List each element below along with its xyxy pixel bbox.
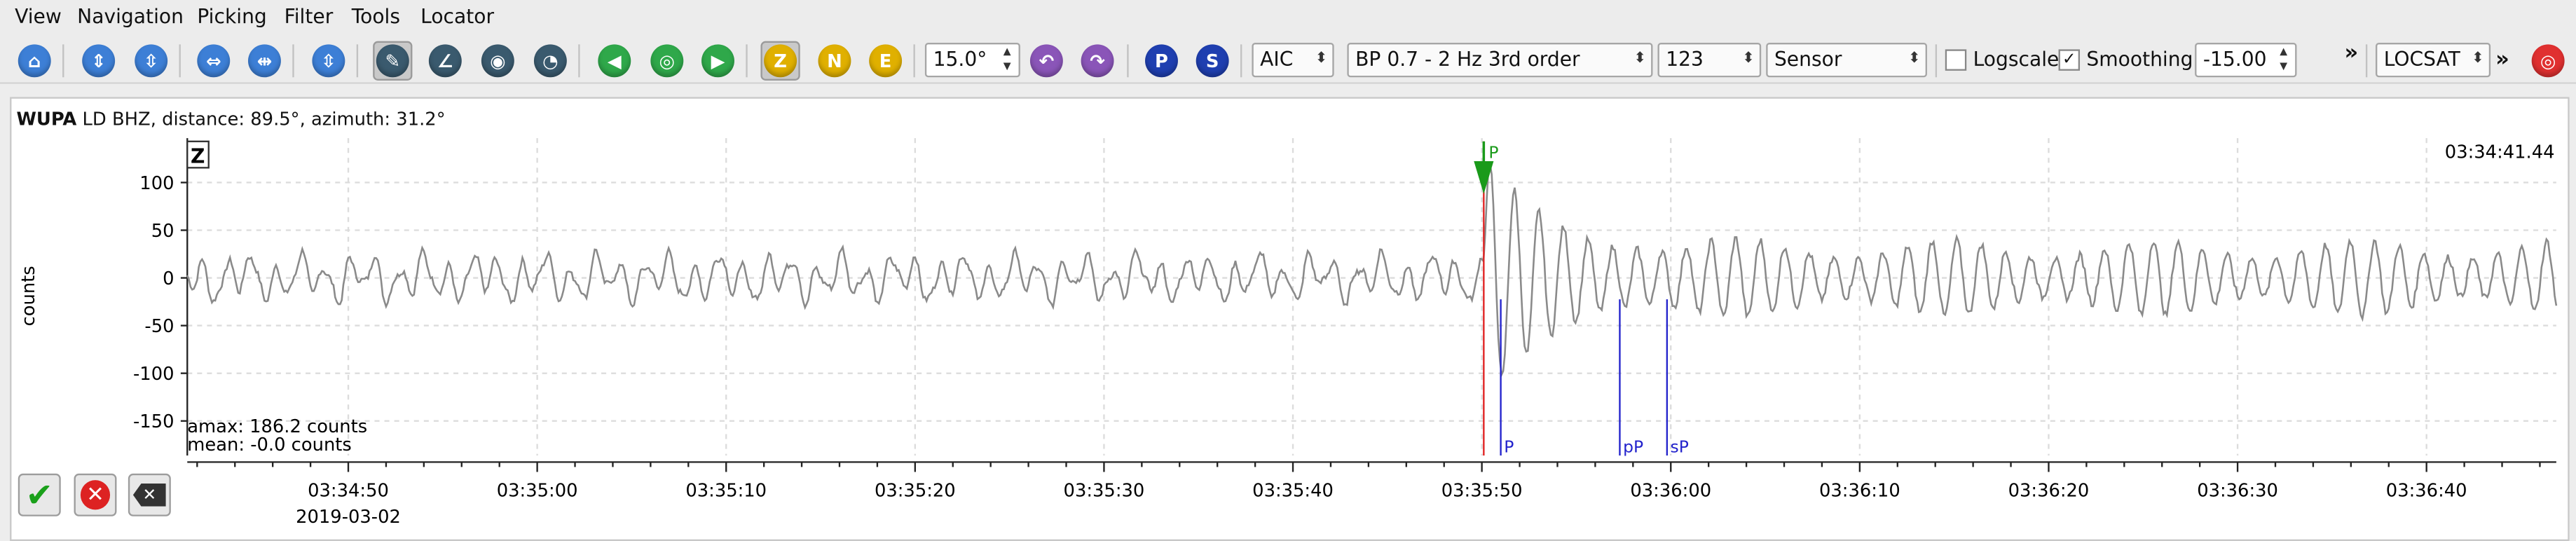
x-tick-label: 03:35:30	[1064, 481, 1145, 502]
y-axis-label: counts	[18, 266, 39, 326]
x-tick-label: 03:36:10	[1819, 481, 1900, 502]
x-tick-label: 03:36:20	[2008, 481, 2090, 502]
theoretical-pick-label: P	[1504, 437, 1514, 456]
y-tick-label: 0	[163, 268, 174, 289]
seismogram-plot[interactable]: 100 50 0 -50 -100 -150 03:34:50 03:35:00 03:35:…	[0, 0, 2576, 541]
theoretical-pick-label: pP	[1623, 437, 1643, 456]
x-tick-label: 03:35:50	[1441, 481, 1523, 502]
x-tick-label: 03:35:00	[497, 481, 578, 502]
x-tick-label: 03:35:40	[1252, 481, 1334, 502]
pick-label: P	[1488, 142, 1498, 162]
y-tick-label: -150	[133, 411, 174, 432]
theoretical-pick-label: sP	[1671, 437, 1689, 456]
clear-button[interactable]: ✕	[128, 473, 171, 516]
x-tick-label: 03:36:00	[1630, 481, 1711, 502]
x-tick-label: 03:35:20	[875, 481, 956, 502]
time-readout: 03:34:41.44	[2445, 142, 2555, 163]
checkmark-icon: ✔	[25, 475, 53, 515]
y-tick-label: 50	[151, 221, 174, 242]
mean-label: mean: -0.0 counts	[187, 434, 352, 456]
date-label: 2019-03-02	[296, 507, 401, 528]
x-axis: 03:34:50 03:35:00 03:35:10 03:35:20 03:35:30…	[187, 461, 2556, 502]
pick-arrow-icon[interactable]	[1474, 160, 1494, 194]
accept-button[interactable]: ✔	[18, 473, 61, 516]
y-tick-label: 100	[139, 173, 174, 194]
x-tick-label: 03:34:50	[308, 481, 389, 502]
x-tick-label: 03:36:30	[2197, 481, 2278, 502]
pick-markers[interactable]: P P pP sP	[1474, 141, 1689, 456]
grid	[187, 138, 2556, 456]
x-tick-label: 03:36:40	[2386, 481, 2467, 502]
close-circle-icon: ✕	[80, 480, 111, 510]
y-tick-label: -100	[133, 364, 174, 385]
component-label: Z	[191, 144, 205, 167]
y-axis: 100 50 0 -50 -100 -150	[133, 138, 189, 456]
y-tick-label: -50	[144, 316, 174, 337]
x-tick-label: 03:35:10	[685, 481, 767, 502]
reject-button[interactable]: ✕	[74, 473, 117, 516]
backspace-icon: ✕	[132, 483, 166, 507]
waveform-trace	[186, 160, 2558, 378]
